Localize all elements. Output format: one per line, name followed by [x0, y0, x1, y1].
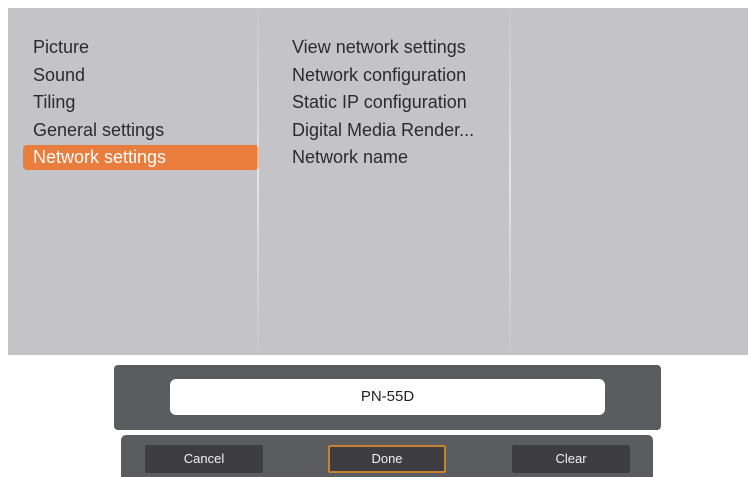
menu-item-network-settings[interactable]: Network settings — [23, 145, 259, 170]
menu-item-picture[interactable]: Picture — [23, 34, 259, 62]
category-list: Picture Sound Tiling General settings Ne… — [23, 34, 259, 170]
submenu-list: View network settings Network configurat… — [292, 34, 474, 172]
column-divider — [509, 8, 511, 353]
column-divider — [257, 8, 259, 353]
category-column: Picture Sound Tiling General settings Ne… — [8, 8, 259, 355]
menu-item-tiling[interactable]: Tiling — [23, 89, 259, 117]
network-name-input-bar: PN-55D — [114, 365, 661, 430]
submenu-item-digital-media-renderer[interactable]: Digital Media Render... — [292, 117, 474, 145]
detail-column — [510, 8, 748, 355]
clear-button[interactable]: Clear — [512, 445, 630, 473]
network-name-input[interactable]: PN-55D — [170, 379, 605, 415]
menu-item-general-settings[interactable]: General settings — [23, 117, 259, 145]
dialog-button-bar: Cancel Done Clear — [121, 435, 653, 477]
submenu-item-static-ip-configuration[interactable]: Static IP configuration — [292, 89, 474, 117]
submenu-item-network-name[interactable]: Network name — [292, 144, 474, 172]
submenu-column: View network settings Network configurat… — [258, 8, 510, 355]
submenu-item-view-network-settings[interactable]: View network settings — [292, 34, 474, 62]
menu-item-sound[interactable]: Sound — [23, 62, 259, 90]
submenu-item-network-configuration[interactable]: Network configuration — [292, 62, 474, 90]
settings-menu-panel: Picture Sound Tiling General settings Ne… — [8, 8, 748, 355]
cancel-button[interactable]: Cancel — [145, 445, 263, 473]
done-button[interactable]: Done — [328, 445, 446, 473]
